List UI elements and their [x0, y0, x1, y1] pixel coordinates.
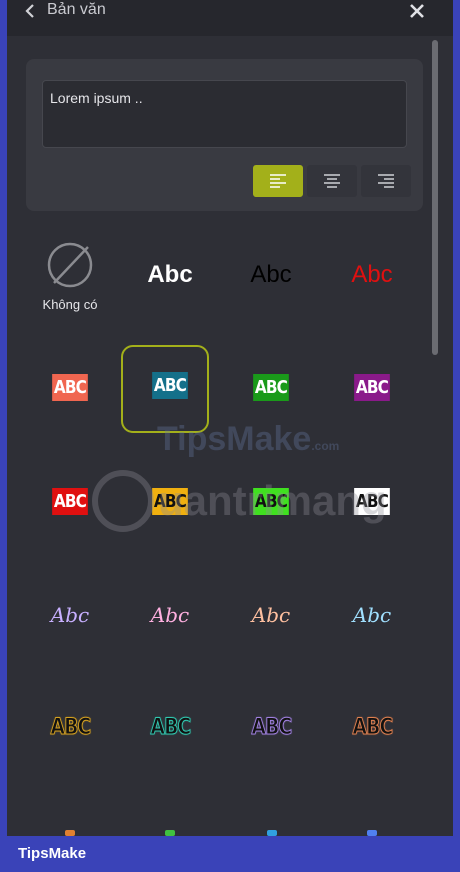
- text-editor-card: [26, 59, 423, 211]
- align-left-button[interactable]: [253, 165, 303, 197]
- watermark-text: uantrimang: [158, 477, 387, 524]
- style-preview: Abc: [50, 603, 90, 627]
- align-center-icon: [324, 174, 340, 188]
- style-preview: Abc: [250, 261, 292, 288]
- style-preview: Abc: [352, 603, 392, 627]
- style-preview: ABC: [50, 714, 92, 740]
- close-icon[interactable]: [409, 3, 425, 19]
- chevron-left-icon[interactable]: [22, 2, 40, 20]
- style-preview: Abc: [147, 261, 193, 288]
- lightbulb-icon: [92, 470, 154, 532]
- scrollbar[interactable]: [432, 40, 438, 355]
- watermark-text: TipsMake: [157, 420, 312, 458]
- style-preview: Abc: [351, 261, 393, 288]
- style-plain-black[interactable]: Abc: [221, 225, 321, 325]
- brand-label: TipsMake: [18, 845, 87, 862]
- panel-title: Bản văn: [47, 1, 106, 18]
- style-script-pink[interactable]: Abc: [120, 565, 220, 665]
- no-style-label: Không có: [42, 296, 98, 312]
- style-preview: Abc: [251, 603, 291, 627]
- style-preview: ABC: [52, 373, 88, 401]
- style-preview: ABC: [352, 714, 394, 740]
- style-preview: Abc: [150, 603, 190, 627]
- style-preview: ABC: [52, 487, 88, 515]
- style-outline-violet[interactable]: ABC: [221, 677, 321, 777]
- align-left-icon: [270, 174, 286, 188]
- style-box-coral[interactable]: ABC: [20, 337, 120, 437]
- style-plain-white[interactable]: Abc: [120, 225, 220, 325]
- style-plain-red[interactable]: Abc: [322, 225, 422, 325]
- tipsmake-watermark: TipsMake.com: [157, 420, 339, 459]
- quantrimang-watermark: uantrimang: [92, 470, 387, 532]
- text-input[interactable]: [42, 80, 407, 148]
- style-preview: ABC: [251, 714, 293, 740]
- style-script-peach[interactable]: Abc: [221, 565, 321, 665]
- style-outline-orange[interactable]: ABC: [322, 677, 422, 777]
- text-panel: Bản văn Không có Abc Abc Abc: [7, 0, 453, 836]
- watermark-suffix: .com: [311, 439, 340, 453]
- style-preview: ABC: [152, 371, 188, 399]
- style-preview: ABC: [150, 714, 192, 740]
- align-center-button[interactable]: [307, 165, 357, 197]
- style-script-lavender[interactable]: Abc: [20, 565, 120, 665]
- align-right-button[interactable]: [361, 165, 411, 197]
- style-script-sky[interactable]: Abc: [322, 565, 422, 665]
- align-right-icon: [378, 174, 394, 188]
- style-preview: ABC: [354, 373, 390, 401]
- no-style-icon: [47, 242, 93, 287]
- style-preview: ABC: [253, 373, 289, 401]
- footer-bar: TipsMake: [0, 836, 460, 872]
- style-outline-teal[interactable]: ABC: [120, 677, 220, 777]
- panel-header: Bản văn: [7, 0, 453, 36]
- style-none[interactable]: Không có: [20, 225, 120, 325]
- style-outline-gold[interactable]: ABC: [20, 677, 120, 777]
